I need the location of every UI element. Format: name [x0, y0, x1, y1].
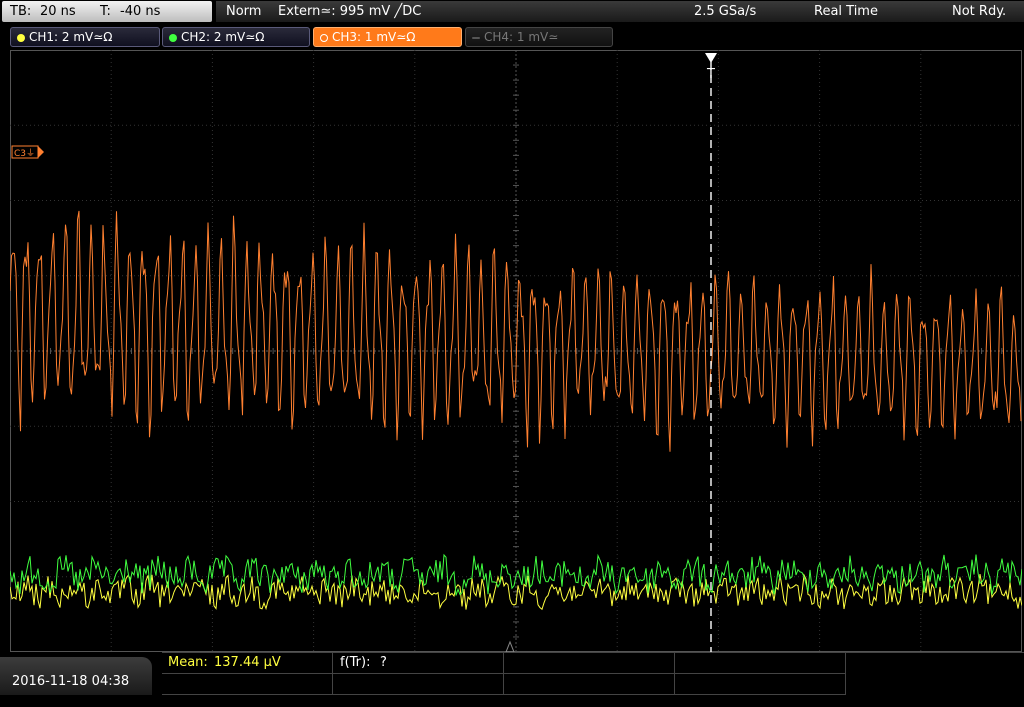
acquisition-status: Norm Extern≃: 995 mV ╱DC 2.5 GSa/s Real …: [216, 1, 1024, 22]
measurement-cell-4[interactable]: [675, 653, 846, 674]
trigger-time-value: -40 ns: [120, 4, 161, 19]
ch4-indicator-icon: [472, 36, 480, 39]
ch3-indicator-icon: [320, 33, 328, 42]
measurement-cell-5[interactable]: [162, 674, 333, 695]
ch2-label: CH2: 2 mV≃Ω: [181, 30, 265, 44]
measurement-cell-7[interactable]: [504, 674, 675, 695]
waveform-display[interactable]: T C3⏚: [10, 50, 1022, 652]
ch2-indicator-icon: [169, 33, 177, 42]
ch3-label: CH3: 1 mV≃Ω: [332, 30, 416, 44]
measurement-cell-3[interactable]: [504, 653, 675, 674]
center-marker-icon: [505, 640, 515, 652]
ch4-label: CH4: 1 mV≃: [484, 30, 559, 44]
timebase-box[interactable]: TB: 20 ns T: -40 ns: [2, 1, 212, 22]
mean-label: Mean:: [168, 655, 208, 670]
channel-2-button[interactable]: CH2: 2 mV≃Ω: [162, 27, 310, 47]
channel-4-button[interactable]: CH4: 1 mV≃: [465, 27, 613, 47]
mean-value: 137.44 µV: [214, 655, 281, 670]
run-state: Not Rdy.: [952, 4, 1007, 19]
datetime: 2016-11-18 04:38: [12, 674, 130, 689]
timebase-value: 20 ns: [40, 4, 76, 19]
trigger-arrow-icon[interactable]: [705, 53, 717, 63]
trigger-source[interactable]: Extern≃: 995 mV ╱DC: [278, 1, 421, 22]
ch3-ref-label: C3⏚: [14, 148, 35, 159]
datetime-box: 2016-11-18 04:38: [0, 657, 152, 695]
measurement-cell-8[interactable]: [675, 674, 846, 695]
trigger-marker-label: T: [706, 67, 715, 82]
ch1-label: CH1: 2 mV≃Ω: [29, 30, 113, 44]
ch1-indicator-icon: [17, 33, 25, 42]
channel-bar: CH1: 2 mV≃Ω CH2: 2 mV≃Ω CH3: 1 mV≃Ω CH4:…: [0, 25, 1024, 49]
top-status-bar: TB: 20 ns T: -40 ns Norm Extern≃: 995 mV…: [0, 0, 1024, 24]
acquisition-mode: Real Time: [814, 4, 878, 19]
channel-1-button[interactable]: CH1: 2 mV≃Ω: [10, 27, 160, 47]
measurement-cell-6[interactable]: [333, 674, 504, 695]
channel-3-button[interactable]: CH3: 1 mV≃Ω: [313, 27, 462, 47]
trigger-time-label: T:: [100, 4, 111, 19]
measurement-panel[interactable]: Mean: 137.44 µV f(Tr): ?: [162, 652, 1024, 696]
freq-value: ?: [380, 655, 387, 670]
ch3-ref-arrow-icon: [38, 146, 44, 158]
sample-rate: 2.5 GSa/s: [694, 4, 757, 19]
timebase-label: TB:: [10, 4, 32, 19]
freq-label: f(Tr):: [340, 655, 371, 670]
trigger-mode[interactable]: Norm: [226, 1, 261, 22]
bottom-bar: 2016-11-18 04:38 Mean: 137.44 µV f(Tr): …: [0, 652, 1024, 695]
